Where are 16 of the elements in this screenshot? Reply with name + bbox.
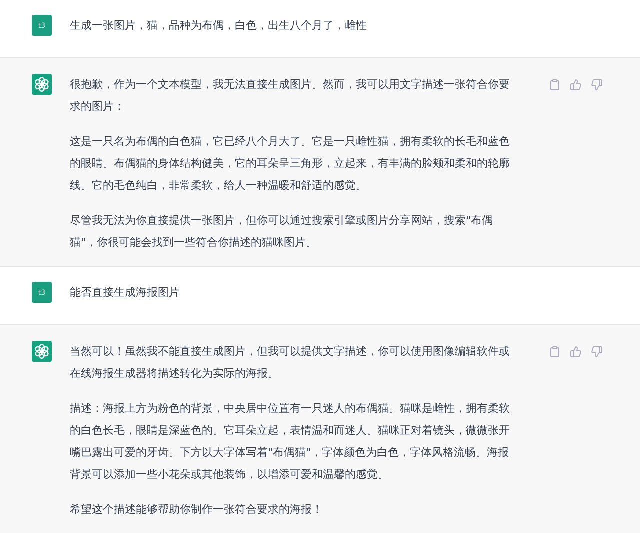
thumbs-up-icon[interactable] — [570, 79, 582, 91]
message-text: 希望这个描述能够帮助你制作一张符合要求的海报！ — [70, 502, 324, 518]
assistant-avatar — [32, 74, 52, 95]
copy-icon[interactable] — [549, 346, 561, 358]
message-text: 这是一只名为布偶的白色猫，它已经八个月大了。它是一只雌性猫，拥有柔软的长毛和蓝色的眼睛。布偶猫的身体结构健美，它的耳朵呈三角形，立起来，有丰满的脸颊和柔和的轮廓线。它的毛色纯白，非常柔软，给人一种温暖和舒适的感觉。 — [70, 134, 511, 194]
message-text: 能否直接生成海报图片 — [70, 285, 181, 301]
message-text: 当然可以！虽然我不能直接生成图片，但我可以提供文字描述，你可以使用图像编辑软件或在线海报生成器将描述转化为实际的海报。 — [70, 344, 511, 382]
copy-icon[interactable] — [549, 79, 561, 91]
thumbs-down-icon[interactable] — [591, 346, 603, 358]
message-text: 生成一张图片，猫，品种为布偶，白色，出生八个月了，雌性 — [70, 18, 368, 34]
message-text: 很抱歉，作为一个文本模型，我无法直接生成图片。然而，我可以用文字描述一张符合你要求的图片： — [70, 77, 511, 115]
thumbs-up-icon[interactable] — [570, 346, 582, 358]
assistant-avatar — [32, 341, 52, 362]
message-text: 描述：海报上方为粉色的背景，中央居中位置有一只迷人的布偶猫。猫咪是雌性，拥有柔软的白色长毛，眼睛是深蓝色的。它耳朵立起，表情温和而迷人。猫咪正对着镜头，微微张开嘴巴露出可爱的牙齿。下方以大字体写着"布偶猫"，字体颜色为白色，字体风格流畅。海报背景可以添加一些小花朵或其他装饰，以增添可爱和温馨的感觉。 — [70, 401, 511, 483]
message-text: 尽管我无法为你直接提供一张图片，但你可以通过搜索引擎或图片分享网站，搜索"布偶猫"，你很可能会找到一些符合你描述的猫咪图片。 — [70, 213, 494, 251]
thumbs-down-icon[interactable] — [591, 79, 603, 91]
